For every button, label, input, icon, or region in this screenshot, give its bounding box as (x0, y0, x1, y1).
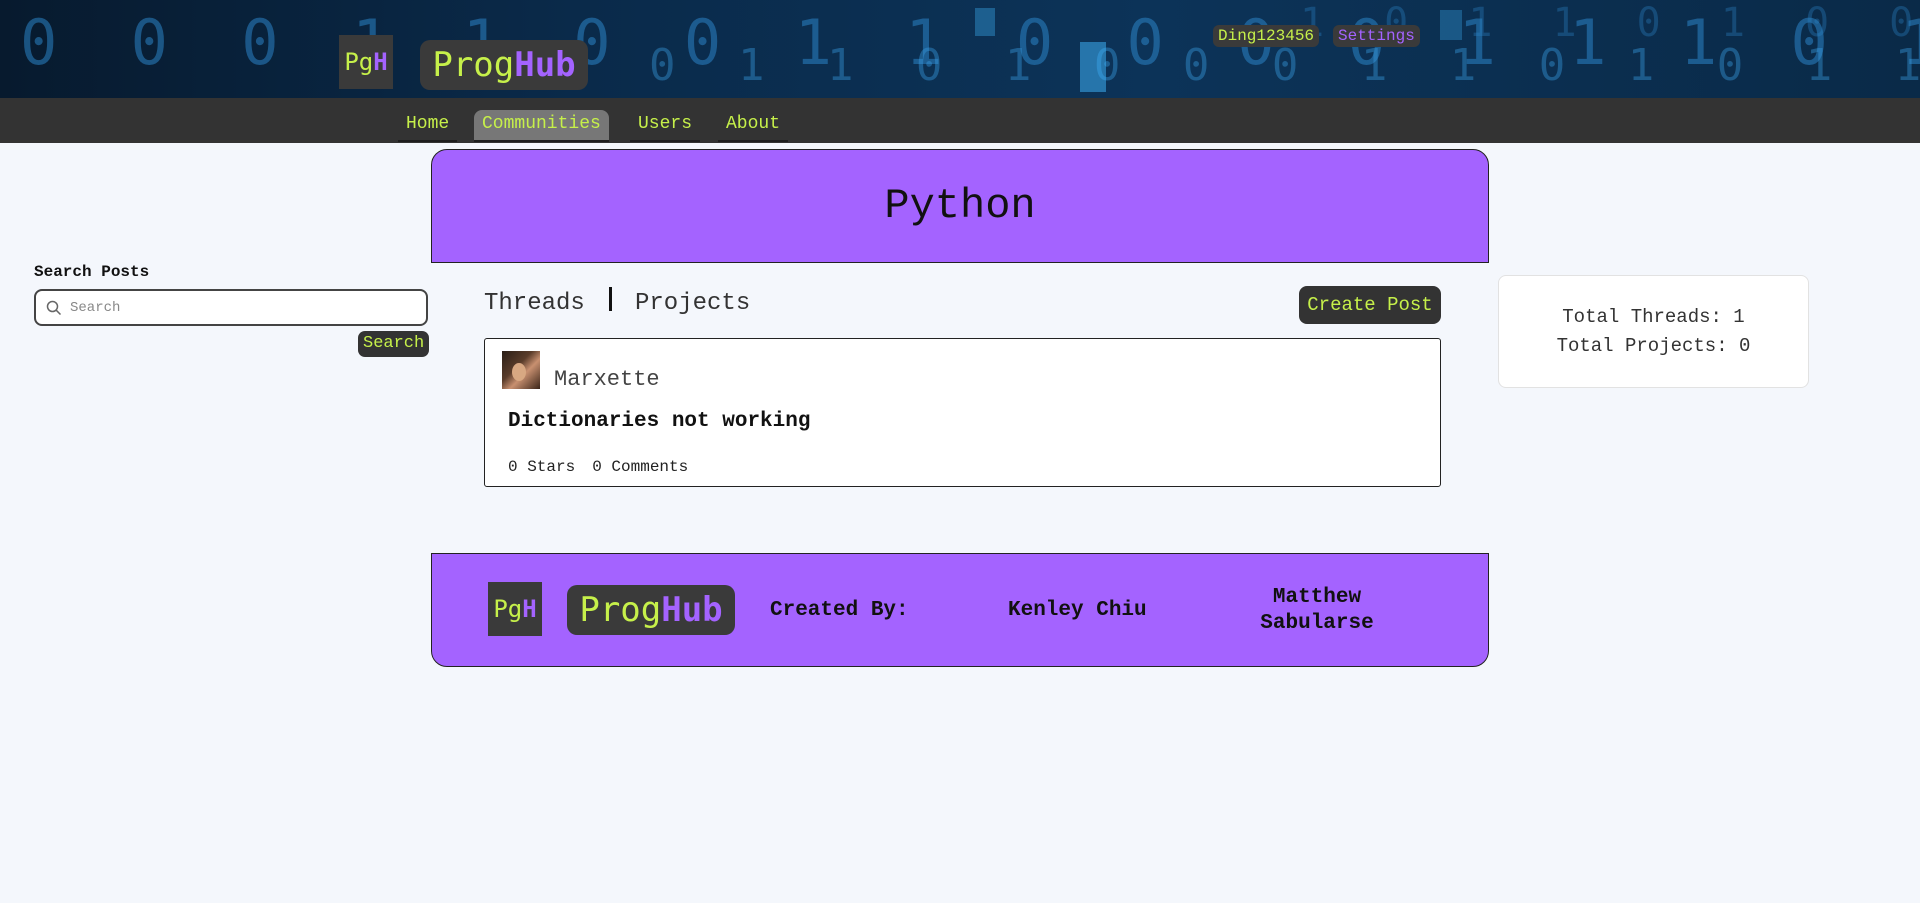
footer-created-by: Created By: (770, 599, 909, 622)
post-comments: 0 Comments (592, 458, 689, 476)
search-input[interactable] (70, 299, 410, 316)
footer-logo-hub: Hub (661, 590, 723, 630)
avatar[interactable] (502, 351, 540, 389)
footer-logo-short-pg: Pg (493, 595, 523, 623)
community-stats-panel: Total Threads: 1 Total Projects: 0 (1498, 275, 1809, 388)
post-stats: 0 Stars 0 Comments (508, 458, 688, 476)
search-box[interactable] (34, 289, 428, 326)
nav-item-home[interactable]: Home (398, 110, 458, 142)
post-stars: 0 Stars (508, 458, 576, 476)
tab-threads[interactable]: Threads (484, 290, 585, 317)
logo-prog: Prog (432, 45, 515, 85)
post-author[interactable]: Marxette (554, 367, 660, 392)
footer-author2-line2: Sabularse (1260, 612, 1374, 635)
nav-item-users[interactable]: Users (630, 110, 701, 142)
banner-glow (1440, 10, 1462, 40)
logo-short-pg: Pg (344, 48, 374, 76)
footer-logo-prog: Prog (579, 590, 662, 630)
tab-projects[interactable]: Projects (635, 290, 750, 317)
tab-divider (609, 287, 612, 311)
header-banner: 0 0 0 1 1 0 0 1 1 0 0 0 0 1 1 1 0 1 0 0 … (0, 0, 1920, 98)
create-post-button[interactable]: Create Post (1299, 286, 1441, 324)
footer-logo-icon: Pg H (488, 582, 542, 636)
settings-link[interactable]: Settings (1333, 25, 1420, 47)
footer-logo-short-h: H (522, 595, 537, 623)
banner-binary-background-2: 0 0 1 1 0 1 0 0 0 1 1 0 1 0 1 1 0 (560, 40, 1920, 91)
banner-glow (1080, 42, 1106, 92)
post-title[interactable]: Dictionaries not working (508, 410, 810, 433)
logo-icon[interactable]: Pg H (339, 35, 393, 89)
logo-hub: Hub (514, 45, 576, 85)
footer-logo-wordmark: Prog Hub (567, 585, 735, 635)
search-button[interactable]: Search (358, 331, 430, 357)
logo-short-h: H (373, 48, 388, 76)
footer-author2-line1: Matthew (1272, 586, 1362, 609)
username-link[interactable]: Ding123456 (1213, 25, 1320, 47)
logo-wordmark[interactable]: Prog Hub (420, 40, 588, 90)
search-icon (46, 300, 62, 315)
banner-glow (975, 8, 995, 36)
post-card[interactable]: Marxette Dictionaries not working 0 Star… (484, 338, 1441, 487)
total-threads: Total Threads: 1 (1562, 305, 1745, 328)
nav-item-communities[interactable]: Communities (474, 110, 609, 142)
nav-bar: Home Communities Users About (0, 98, 1920, 143)
community-title: Python (884, 182, 1036, 230)
avatar-face (512, 363, 526, 381)
search-posts-label: Search Posts (34, 263, 150, 281)
total-projects: Total Projects: 0 (1556, 334, 1751, 357)
footer-author-matthew: Matthew Sabularse (1237, 585, 1397, 637)
footer: Pg H Prog Hub Created By: Kenley Chiu Matt… (431, 553, 1489, 667)
footer-author-kenley: Kenley Chiu (1008, 599, 1147, 622)
nav-item-about[interactable]: About (718, 110, 789, 142)
community-title-banner: Python (431, 149, 1489, 263)
